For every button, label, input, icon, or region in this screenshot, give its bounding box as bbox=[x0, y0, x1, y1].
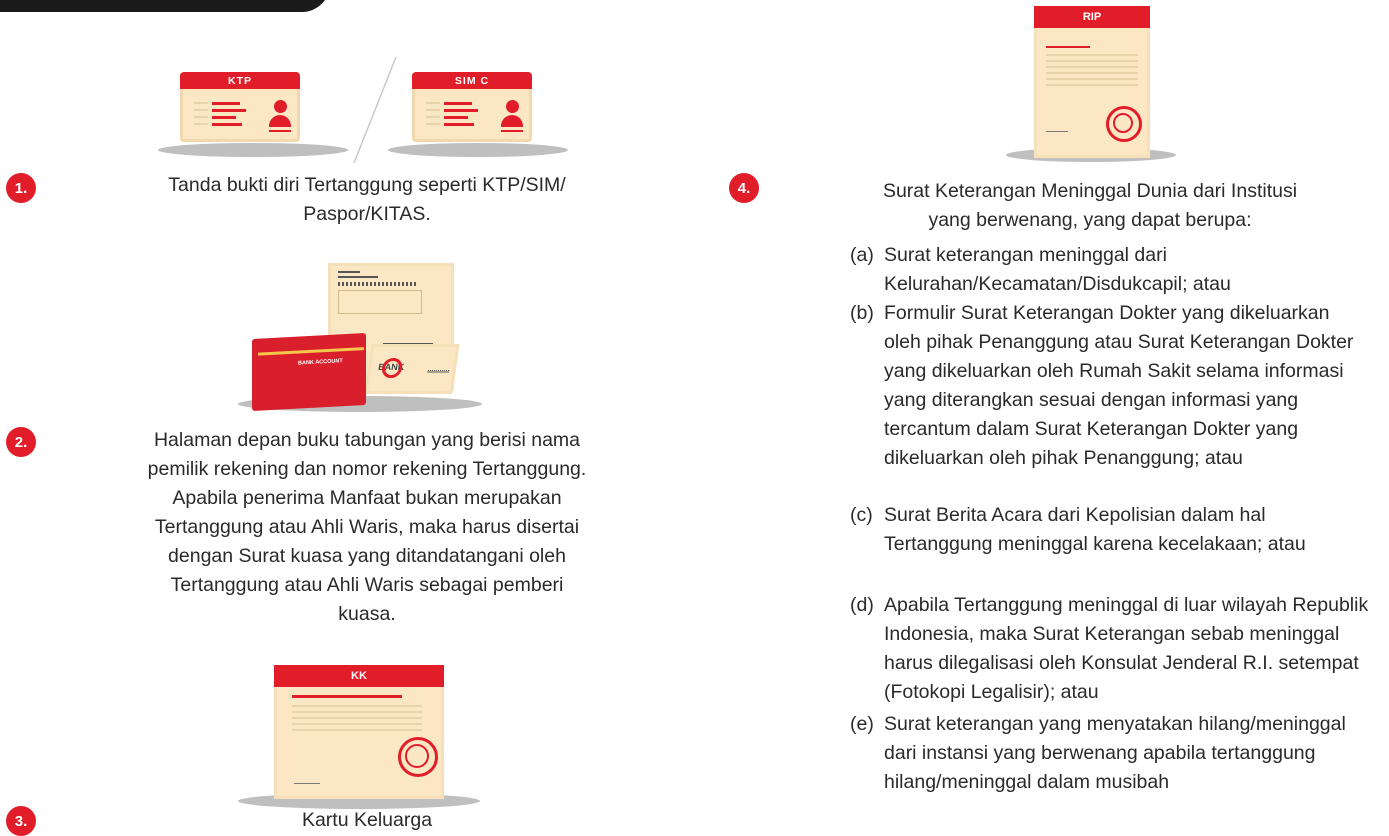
sub-item-text: Surat keterangan yang menyatakan hilang/… bbox=[884, 713, 1346, 793]
text-line: pemilik rekening dan nomor rekening Tert… bbox=[147, 458, 587, 480]
text-line: Halaman depan buku tabungan yang berisi … bbox=[153, 429, 581, 451]
text-line: dengan Surat kuasa yang ditandatangani o… bbox=[168, 545, 566, 567]
text-line: Kartu Keluarga bbox=[301, 809, 433, 831]
text-line: yang berwenang, yang dapat berupa: bbox=[928, 209, 1252, 231]
rip-document: RIP bbox=[1034, 6, 1150, 158]
text-line: Tertanggung atau Ahli Waris, maka harus … bbox=[154, 516, 580, 538]
ktp-card-label: KTP bbox=[180, 72, 300, 89]
sub-item-text: Apabila Tertanggung meninggal di luar wi… bbox=[884, 594, 1369, 703]
item-1-text: Tanda bukti diri Tertanggung seperti KTP… bbox=[60, 171, 674, 229]
sub-item-label: (e) bbox=[850, 713, 874, 735]
text-line: kuasa. bbox=[338, 603, 396, 625]
text-line: Apabila penerima Manfaat bukan merupakan bbox=[172, 487, 562, 509]
sub-item-label: (a) bbox=[850, 244, 874, 266]
sub-item-b: (b) Formulir Surat Keterangan Dokter yan… bbox=[850, 299, 1370, 473]
text-line: Tertanggung atau Ahli Waris sebagai pemb… bbox=[170, 574, 564, 596]
sub-item-label: (b) bbox=[850, 302, 874, 324]
item-number: 4. bbox=[729, 173, 759, 203]
header-tab-decoration bbox=[0, 0, 330, 12]
sub-item-e: (e) Surat keterangan yang menyatakan hil… bbox=[850, 710, 1370, 797]
item-3-text: Kartu Keluarga bbox=[60, 806, 674, 835]
bank-card-label: BANK ACCOUNT bbox=[298, 358, 343, 367]
sub-item-a: (a) Surat keterangan meninggal dari Kelu… bbox=[850, 241, 1370, 299]
sub-item-label: (c) bbox=[850, 504, 873, 526]
shadow bbox=[158, 143, 348, 157]
kk-document: KK bbox=[274, 665, 444, 799]
item-number: 2. bbox=[6, 427, 36, 457]
sim-card-label: SIM C bbox=[412, 72, 532, 89]
kk-label: KK bbox=[274, 665, 444, 687]
text-line: Tanda bukti diri Tertanggung seperti KTP… bbox=[168, 174, 566, 196]
sim-card: SIM C bbox=[412, 72, 532, 142]
bank-stamp-page: BANK bbox=[364, 344, 460, 394]
sub-item-label: (d) bbox=[850, 594, 874, 616]
bank-account-card: BANK ACCOUNT bbox=[252, 333, 366, 411]
item-number: 3. bbox=[6, 806, 36, 836]
item-number: 1. bbox=[6, 173, 36, 203]
ktp-card: KTP bbox=[180, 72, 300, 142]
text-line: Paspor/KITAS. bbox=[303, 203, 431, 225]
text-line: Surat Keterangan Meninggal Dunia dari In… bbox=[882, 180, 1298, 202]
item-2-text: Halaman depan buku tabungan yang berisi … bbox=[60, 426, 674, 629]
sub-item-c: (c) Surat Berita Acara dari Kepolisian d… bbox=[850, 501, 1370, 559]
sub-item-d: (d) Apabila Tertanggung meninggal di lua… bbox=[850, 591, 1370, 707]
person-icon bbox=[506, 100, 519, 113]
rip-label: RIP bbox=[1034, 6, 1150, 28]
item-4-text: Surat Keterangan Meninggal Dunia dari In… bbox=[800, 177, 1380, 235]
sub-item-text: Surat keterangan meninggal dari Keluraha… bbox=[884, 244, 1231, 295]
sub-item-text: Formulir Surat Keterangan Dokter yang di… bbox=[884, 302, 1354, 469]
sub-item-text: Surat Berita Acara dari Kepolisian dalam… bbox=[884, 504, 1306, 555]
person-icon bbox=[274, 100, 287, 113]
